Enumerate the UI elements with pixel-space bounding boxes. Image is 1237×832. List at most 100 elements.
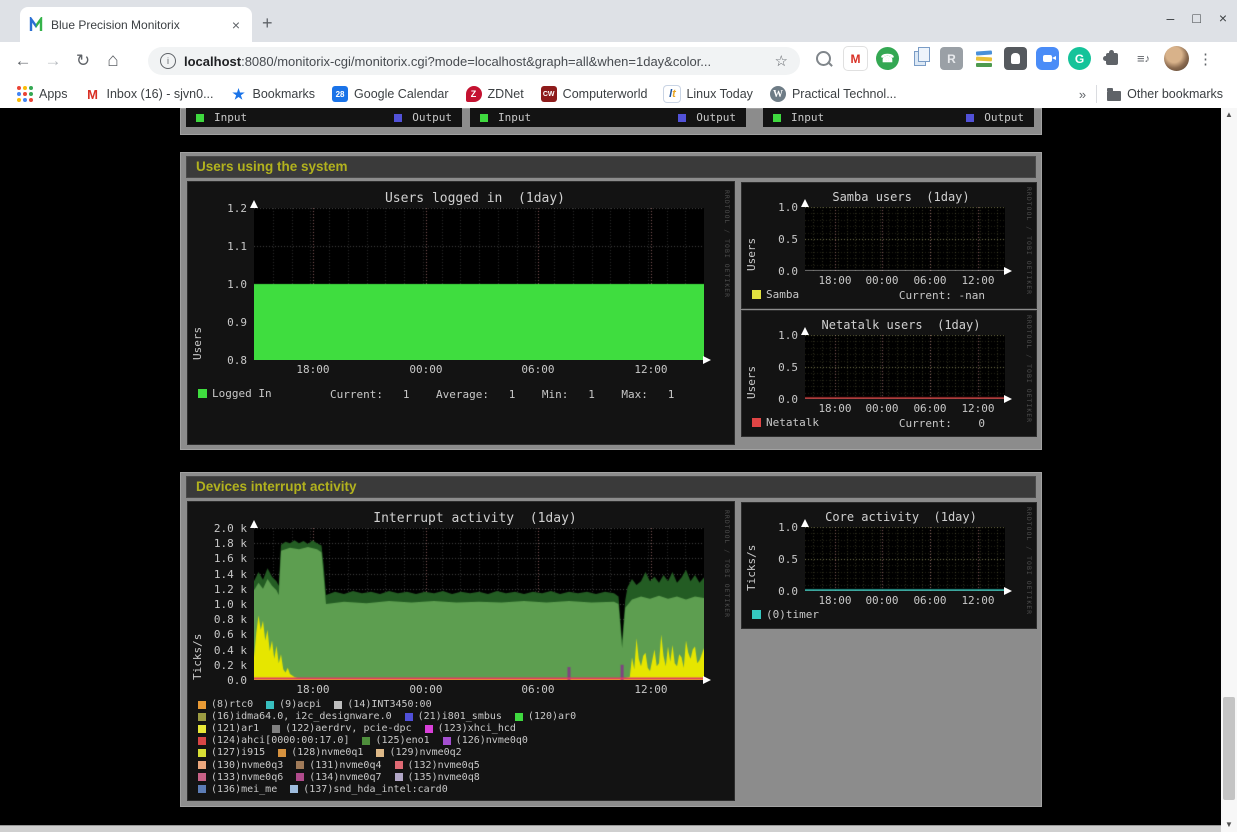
bookmark-label: Google Calendar bbox=[354, 87, 449, 101]
input-legend-swatch bbox=[773, 114, 781, 122]
page-info-icon[interactable]: i bbox=[160, 53, 176, 69]
url-path: :8080/monitorix-cgi/monitorix.cgi?mode=l… bbox=[241, 54, 711, 69]
forward-icon[interactable]: → bbox=[38, 51, 68, 71]
legend-item: (21)i801_smbus bbox=[405, 711, 502, 722]
y-tick-label: 1.0 bbox=[742, 201, 798, 214]
legend-item: (9)acpi bbox=[266, 699, 321, 710]
back-icon[interactable]: ← bbox=[8, 51, 38, 71]
y-tick-label: 0.6 k bbox=[188, 628, 247, 641]
axis-arrow-up bbox=[250, 200, 258, 208]
zdnet-icon: Z bbox=[466, 86, 482, 102]
legend-label: (123)xhci_hcd bbox=[438, 723, 516, 734]
reload-icon[interactable]: ↻ bbox=[68, 51, 98, 71]
partial-graph-panel[interactable]: Input Output bbox=[763, 108, 1034, 127]
samba-users-graph[interactable]: Samba users (1day)Users1.00.50.018:0000:… bbox=[742, 183, 1036, 308]
partial-graph-panel[interactable]: Input Output bbox=[470, 108, 746, 127]
chart-title: Users logged in (1day) bbox=[210, 191, 740, 206]
legend-color-swatch bbox=[443, 737, 451, 745]
books-stack-extension-icon[interactable] bbox=[972, 47, 995, 70]
tab-close-icon[interactable]: × bbox=[228, 17, 244, 33]
interrupt-activity-graph[interactable]: Interrupt activity (1day)Ticks/s2.0 k1.8… bbox=[188, 502, 734, 800]
legend-color-swatch bbox=[198, 713, 206, 721]
axis-arrow-right bbox=[1004, 587, 1012, 595]
camera-lens-icon bbox=[1052, 56, 1056, 60]
legend-label: (134)nvme0q7 bbox=[309, 772, 381, 783]
browser-menu-icon[interactable]: ⋮ bbox=[1198, 50, 1213, 68]
rakuten-extension-icon[interactable]: R bbox=[940, 47, 963, 70]
star-icon: ★ bbox=[231, 86, 247, 102]
bookmark-bookmarks[interactable]: ★ Bookmarks bbox=[231, 86, 316, 102]
legend-label: Samba bbox=[766, 289, 799, 300]
copy-pages-extension-icon[interactable] bbox=[908, 47, 931, 70]
window-minimize-icon[interactable]: – bbox=[1167, 10, 1175, 26]
grammarly-extension-icon[interactable]: G bbox=[1068, 47, 1091, 70]
bookmark-practical-technology[interactable]: W Practical Technol... bbox=[770, 86, 897, 102]
page-icon bbox=[914, 51, 926, 66]
linux-today-icon: lt bbox=[664, 86, 680, 102]
bookmark-google-calendar[interactable]: 28 Google Calendar bbox=[332, 86, 449, 102]
rrdtool-watermark: RRDTOOL / TOBI OETIKER bbox=[1025, 187, 1033, 301]
x-tick-label: 00:00 bbox=[857, 594, 907, 607]
window-maximize-icon[interactable]: □ bbox=[1192, 10, 1200, 26]
input-legend-label: Input bbox=[214, 111, 247, 124]
playlist-extension-icon[interactable]: ≡♪ bbox=[1132, 47, 1155, 70]
new-tab-button[interactable]: + bbox=[262, 13, 273, 34]
bookmark-label: Inbox (16) - sjvn0... bbox=[107, 87, 214, 101]
netatalk-users-graph[interactable]: Netatalk users (1day)Users1.00.50.018:00… bbox=[742, 311, 1036, 436]
browser-toolbar: ← → ↻ ⌂ i localhost:8080/monitorix-cgi/m… bbox=[0, 42, 1237, 80]
vertical-scrollbar[interactable]: ▲ ▼ bbox=[1221, 108, 1237, 832]
other-bookmarks[interactable]: Other bookmarks bbox=[1107, 87, 1223, 101]
legend-color-swatch bbox=[362, 737, 370, 745]
bookmark-apps[interactable]: Apps bbox=[17, 86, 68, 102]
legend-label: (0)timer bbox=[766, 609, 819, 620]
scroll-down-icon[interactable]: ▼ bbox=[1221, 818, 1237, 832]
x-tick-label: 00:00 bbox=[857, 274, 907, 287]
bookmark-computerworld[interactable]: CW Computerworld bbox=[541, 86, 648, 102]
legend-label: (126)nvme0q0 bbox=[456, 735, 528, 746]
profile-avatar[interactable] bbox=[1164, 46, 1189, 71]
x-tick-label: 18:00 bbox=[288, 683, 338, 696]
users-section-header: Users using the system bbox=[186, 156, 1036, 178]
y-tick-label: 0.9 bbox=[188, 316, 247, 329]
partial-graph-panel[interactable]: Input Output bbox=[186, 108, 462, 127]
legend-row: (130)nvme0q3(131)nvme0q4(132)nvme0q5 bbox=[198, 760, 480, 771]
url-text[interactable]: localhost:8080/monitorix-cgi/monitorix.c… bbox=[184, 54, 767, 69]
y-tick-label: 1.0 k bbox=[188, 598, 247, 611]
y-tick-label: 0.0 bbox=[742, 265, 798, 278]
scroll-up-icon[interactable]: ▲ bbox=[1221, 108, 1237, 122]
legend-item: (120)ar0 bbox=[515, 711, 576, 722]
extensions-puzzle-icon[interactable] bbox=[1100, 47, 1123, 70]
legend-item: (127)i915 bbox=[198, 747, 265, 758]
search-extension-icon[interactable] bbox=[812, 47, 835, 70]
scrollbar-thumb[interactable] bbox=[1223, 697, 1235, 800]
legend-label: (125)eno1 bbox=[375, 735, 429, 746]
legend-item: (137)snd_hda_intel:card0 bbox=[290, 784, 448, 795]
input-legend-swatch bbox=[196, 114, 204, 122]
x-tick-label: 18:00 bbox=[810, 274, 860, 287]
address-bar[interactable]: i localhost:8080/monitorix-cgi/monitorix… bbox=[148, 47, 800, 75]
bookmark-star-icon[interactable]: ☆ bbox=[775, 52, 788, 70]
legend-stats: Current: -nan bbox=[805, 289, 985, 302]
window-close-icon[interactable]: × bbox=[1219, 10, 1227, 26]
legend-item: (126)nvme0q0 bbox=[443, 735, 528, 746]
bookmark-zdnet[interactable]: Z ZDNet bbox=[466, 86, 524, 102]
core-activity-graph[interactable]: Core activity (1day)Ticks/s1.00.50.018:0… bbox=[742, 503, 1036, 628]
home-icon[interactable]: ⌂ bbox=[98, 50, 128, 72]
y-tick-label: 0.8 k bbox=[188, 613, 247, 626]
legend-label: (131)nvme0q4 bbox=[309, 760, 381, 771]
gmail-extension-icon[interactable]: M bbox=[844, 47, 867, 70]
rrdtool-watermark: RRDTOOL / TOBI OETIKER bbox=[1025, 507, 1033, 621]
input-legend-label: Input bbox=[791, 111, 824, 124]
browser-tab[interactable]: Blue Precision Monitorix × bbox=[20, 7, 252, 42]
users-logged-in-graph[interactable]: Users logged in (1day)Users1.21.11.00.90… bbox=[188, 182, 734, 444]
bookmarks-overflow-chevron[interactable]: » bbox=[1079, 87, 1086, 102]
legend-color-swatch bbox=[296, 773, 304, 781]
bookmark-inbox[interactable]: M Inbox (16) - sjvn0... bbox=[85, 86, 214, 102]
google-voice-extension-icon[interactable]: ☎ bbox=[876, 47, 899, 70]
zoom-extension-icon[interactable] bbox=[1036, 47, 1059, 70]
y-tick-label: 0.0 bbox=[742, 585, 798, 598]
x-tick-label: 18:00 bbox=[810, 402, 860, 415]
pocket-extension-icon[interactable] bbox=[1004, 47, 1027, 70]
axis-arrow-right bbox=[1004, 267, 1012, 275]
bookmark-linux-today[interactable]: lt Linux Today bbox=[664, 86, 753, 102]
